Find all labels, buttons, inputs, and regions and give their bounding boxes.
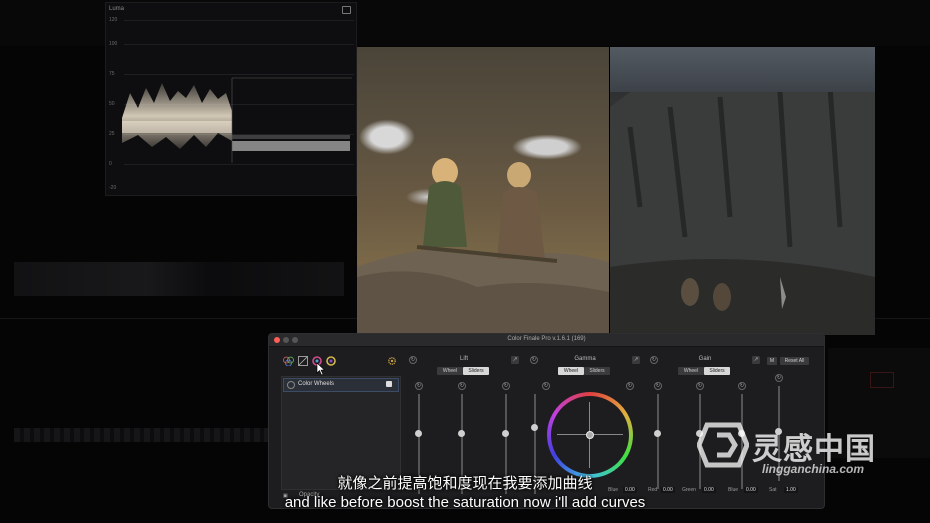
subtitle-english: and like before boost the saturation now…: [284, 494, 646, 511]
background-waveform-strip: [14, 262, 344, 296]
gear-icon[interactable]: [387, 356, 397, 366]
timeline-clips: [14, 428, 274, 442]
slider-knob[interactable]: [458, 430, 465, 437]
slider-knob[interactable]: [502, 430, 509, 437]
wheel-puck[interactable]: [586, 431, 594, 439]
scene-figures: [357, 158, 609, 335]
reset-icon[interactable]: ↻: [738, 382, 746, 390]
reset-icon[interactable]: ↻: [415, 382, 423, 390]
gamma-color-wheel[interactable]: [547, 392, 633, 478]
gain-header: Gain: [698, 356, 712, 362]
hue-wheel-icon[interactable]: [326, 356, 336, 366]
layers-icon[interactable]: [283, 356, 294, 366]
gamma-wheel-tab[interactable]: Wheel: [558, 367, 584, 375]
color-wheels-item-icon: [287, 381, 295, 389]
luma-waveform-scope: Luma 120 100 75 50 25 0 -20: [105, 2, 357, 196]
watermark-logo: [697, 422, 749, 468]
reset-icon[interactable]: ↻: [502, 382, 510, 390]
gamma-sliders-tab[interactable]: Sliders: [584, 367, 610, 375]
lift-sliders-tab[interactable]: Sliders: [463, 367, 489, 375]
lift-picker-icon[interactable]: ↗: [511, 356, 519, 364]
reset-icon[interactable]: ↻: [696, 382, 704, 390]
reset-icon[interactable]: ↻: [626, 382, 634, 390]
gain-picker-icon[interactable]: ↗: [752, 356, 760, 364]
gamma-header: Gamma: [574, 356, 596, 362]
reset-icon[interactable]: ↻: [542, 382, 550, 390]
slider-knob[interactable]: [415, 430, 422, 437]
timeline-marker: [870, 372, 894, 388]
panel-titlebar[interactable]: Color Finale Pro v.1.6.1 (169): [269, 334, 824, 347]
slider-knob[interactable]: [654, 430, 661, 437]
scope-tick: 120: [109, 17, 118, 23]
enable-checkbox[interactable]: [386, 381, 392, 387]
viewer-image-left: [357, 47, 609, 335]
scope-tick: 100: [109, 41, 118, 47]
list-item[interactable]: Color Wheels: [283, 378, 399, 392]
scope-title: Luma: [109, 6, 125, 12]
lift-wheel-tab[interactable]: Wheel: [437, 367, 463, 375]
video-viewer: [357, 47, 875, 335]
curves-icon[interactable]: [298, 356, 308, 366]
waveform-trace: [122, 77, 352, 163]
scope-tick: -20: [109, 185, 117, 191]
panel-title: Color Finale Pro v.1.6.1 (169): [507, 336, 586, 342]
mouse-cursor-icon: [316, 362, 326, 376]
subtitle-chinese: 就像之前提高饱和度现在我要添加曲线: [337, 474, 593, 492]
reset-icon[interactable]: ↻: [458, 382, 466, 390]
gain-wheel-tab[interactable]: Wheel: [678, 367, 704, 375]
reset-sat-icon[interactable]: ↻: [775, 374, 783, 382]
m-button[interactable]: M: [767, 357, 777, 365]
list-item-label: Color Wheels: [298, 381, 335, 387]
reset-icon[interactable]: ↻: [654, 382, 662, 390]
gain-sliders-tab[interactable]: Sliders: [704, 367, 730, 375]
gamma-picker-icon[interactable]: ↗: [632, 356, 640, 364]
viewer-sky: [610, 47, 875, 92]
reset-all-button[interactable]: Reset All: [780, 357, 809, 365]
slider-knob[interactable]: [531, 424, 538, 431]
lift-header: Lift: [459, 356, 468, 362]
scope-settings-icon[interactable]: [342, 6, 351, 14]
